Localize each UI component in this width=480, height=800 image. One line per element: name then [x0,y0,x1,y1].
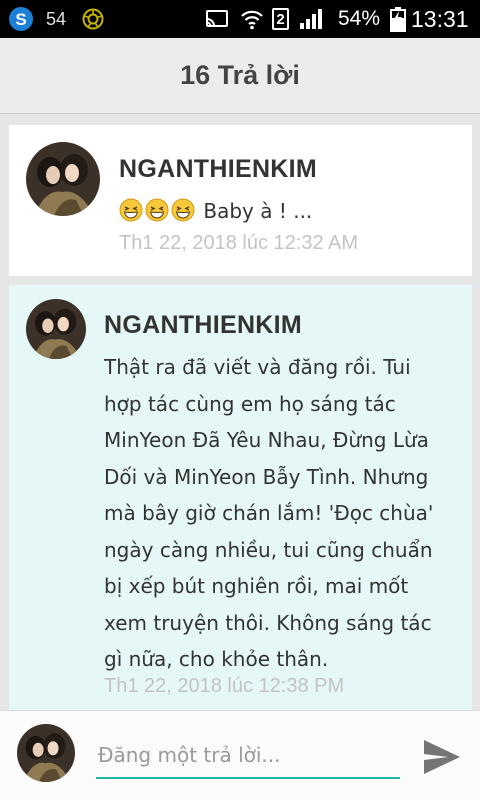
comment-username[interactable]: NGANTHIENKIM [104,311,302,340]
signal-icon [298,0,324,38]
comment-card[interactable]: NGANTHIENKIM Baby à ! ... Th1 22, 2018 l… [9,125,472,276]
avatar[interactable] [26,142,100,216]
status-bar: S 54 2 54% 13:31 [0,0,480,38]
comment-text-line: bị xếp bút nghiên rồi, mai mốt [104,574,409,598]
reply-compose-bar [0,710,480,800]
clock: 13:31 [411,5,469,32]
comment-text-line: gì nữa, cho khỏe thân. [104,647,329,671]
battery-charging-icon [390,0,406,38]
page-title: 16 Trả lời [180,60,300,90]
reply-input[interactable] [96,733,400,779]
svg-text:S: S [15,10,26,29]
comment-text: Baby à ! ... [119,193,312,229]
comment-text-line: MinYeon Đã Yêu Nhau, Đừng Lừa [104,428,429,452]
camera-shutter-icon [82,0,104,38]
comment-text-line: hợp tác cùng em họ sáng tác [104,391,396,416]
comment-timestamp: Th1 22, 2018 lúc 12:32 AM [119,232,359,254]
comment-timestamp: Th1 22, 2018 lúc 12:38 PM [104,675,345,697]
cast-icon [205,0,229,38]
comment-text-line: mà bây giờ chán lắm! 'Đọc chùa' [104,501,434,525]
avatar[interactable] [26,299,86,359]
comment-text-line: xem truyện thôi. Không sáng tác [104,610,432,635]
comment-text: Thật ra đã viết và đăng rồi. Tui hợp tác… [104,349,433,678]
comment-username[interactable]: NGANTHIENKIM [119,155,317,184]
comment-text-line: Dối và MinYeon Bẫy Tình. Nhưng [104,464,429,489]
send-icon [424,740,460,774]
comment-card-highlighted[interactable]: NGANTHIENKIM Thật ra đã viết và đăng rồi… [9,285,472,710]
grinning-squint-emoji [145,198,171,223]
send-button[interactable] [418,733,466,781]
sim-badge: 2 [272,8,289,30]
comment-text-line: Thật ra đã viết và đăng rồi. Tui [104,355,411,379]
comment-text-body: Baby à ! ... [203,199,313,223]
app-header: 16 Trả lời [0,38,480,114]
skype-icon: S [8,0,34,38]
battery-percent: 54% [338,7,381,30]
wifi-icon [240,0,264,38]
current-user-avatar[interactable] [17,724,75,782]
notification-count: 54 [46,8,67,29]
comment-text-line: ngày càng nhiều, tui cũng chuẩn [104,537,433,562]
grinning-squint-emoji [171,198,197,223]
grinning-squint-emoji [119,198,145,223]
